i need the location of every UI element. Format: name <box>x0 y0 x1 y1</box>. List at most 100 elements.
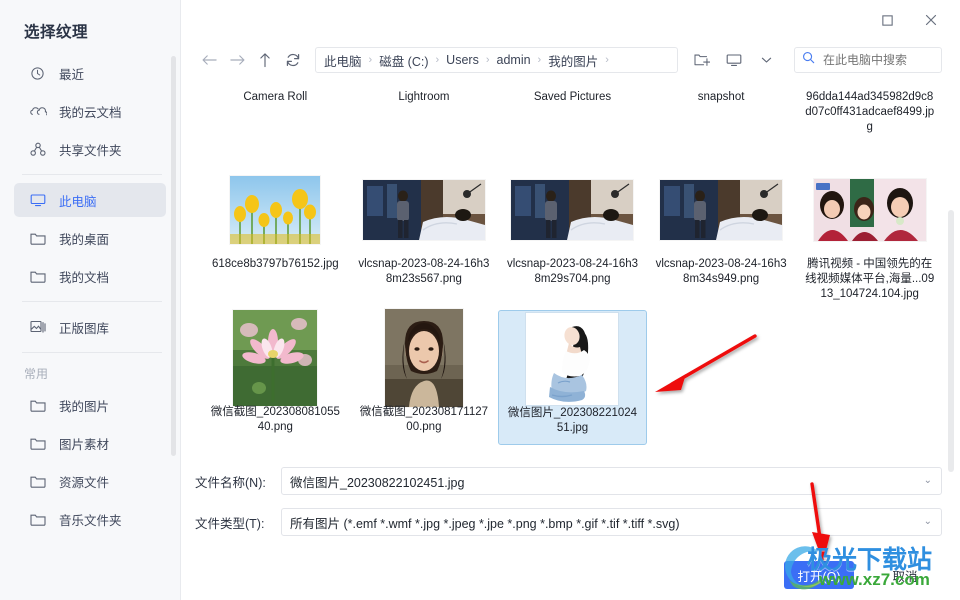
file-name: Camera Roll <box>243 91 308 103</box>
chevron-down-icon[interactable] <box>752 47 780 73</box>
filename-combobox[interactable]: 微信图片_20230822102451.jpg ⌄ <box>281 467 942 495</box>
sidebar-item-resource-files[interactable]: 资源文件 <box>14 464 166 498</box>
file-name: Saved Pictures <box>533 91 612 103</box>
window-titlebar <box>181 0 960 40</box>
search-icon <box>802 51 815 69</box>
filetype-label: 文件类型(T): <box>195 516 265 531</box>
close-button[interactable] <box>920 9 942 31</box>
file-item[interactable]: 618ce8b3797b76152.jpg <box>201 162 350 310</box>
file-item[interactable]: snapshot <box>647 84 796 162</box>
forward-arrow-icon[interactable] <box>223 47 251 73</box>
sidebar-nav: 最近 我的云文档 共享文件夹 此电脑 我的桌面 我的文档 正版图库 常用 我的图… <box>0 56 180 536</box>
thumbnail-wrapper <box>356 309 493 407</box>
file-item[interactable]: 微信截图_20230817112700.png <box>350 309 499 445</box>
sidebar-item-cloud-docs[interactable]: 我的云文档 <box>14 94 166 128</box>
thumbnail-wrapper <box>801 168 938 252</box>
sidebar-group-label: 常用 <box>24 367 49 381</box>
search-input[interactable] <box>821 52 934 68</box>
chevron-down-icon[interactable]: ⌄ <box>924 517 932 527</box>
refresh-icon[interactable] <box>279 47 307 73</box>
file-item[interactable]: 微信截图_20230808105540.png <box>201 310 350 445</box>
maximize-button[interactable] <box>876 9 898 31</box>
sidebar-item-label: 此电脑 <box>59 194 97 209</box>
breadcrumb-separator: › <box>605 54 609 66</box>
file-name: 腾讯视频 - 中国领先的在线视频媒体平台,海量...0913_104724.10… <box>805 258 935 300</box>
thumbnail-image <box>233 310 318 406</box>
dialog-footer: 打开(O) 取消 <box>181 550 960 600</box>
file-item[interactable]: Camera Roll <box>201 84 350 162</box>
sidebar-item-my-pictures[interactable]: 我的图片 <box>14 388 166 422</box>
folder-icon <box>30 473 50 489</box>
dialog-form: 文件名称(N): 微信图片_20230822102451.jpg ⌄ 文件类型(… <box>181 466 960 548</box>
filetype-row: 文件类型(T): 所有图片 (*.emf *.wmf *.jpg *.jpeg … <box>195 507 942 537</box>
folder-icon <box>30 435 50 451</box>
sidebar-item-stock-library[interactable]: 正版图库 <box>14 310 166 344</box>
sidebar-item-label: 共享文件夹 <box>59 143 122 158</box>
monitor-icon <box>30 192 50 208</box>
back-arrow-icon[interactable] <box>195 47 223 73</box>
file-item[interactable]: vlcsnap-2023-08-24-16h38m23s567.png <box>350 162 499 310</box>
view-mode-icon[interactable] <box>720 47 748 73</box>
file-grid-area[interactable]: Camera Roll Lightroom Saved Pictures sna… <box>181 80 960 476</box>
filename-row: 文件名称(N): 微信图片_20230822102451.jpg ⌄ <box>195 466 942 496</box>
search-box[interactable] <box>794 47 942 73</box>
sidebar-divider <box>22 301 162 302</box>
file-item[interactable]: 腾讯视频 - 中国领先的在线视频媒体平台,海量...0913_104724.10… <box>795 162 944 310</box>
file-item[interactable]: 96dda144ad345982d9c8d07c0ff431adcaef8499… <box>795 84 944 162</box>
thumbnail-wrapper <box>356 168 493 252</box>
cloud-icon <box>30 103 50 119</box>
thumbnail-image <box>660 180 783 240</box>
sidebar-item-label: 我的文档 <box>59 270 110 285</box>
file-name: vlcsnap-2023-08-24-16h38m34s949.png <box>655 258 787 285</box>
file-name: vlcsnap-2023-08-24-16h38m29s704.png <box>506 258 639 285</box>
breadcrumb-item[interactable]: admin <box>497 53 531 67</box>
folder-icon <box>30 511 50 527</box>
thumbnail-image <box>511 180 634 240</box>
thumbnail-image <box>362 180 485 240</box>
sidebar-item-label: 图片素材 <box>59 437 110 452</box>
file-item[interactable]: vlcsnap-2023-08-24-16h38m29s704.png <box>498 162 647 310</box>
sidebar-item-shared-folder[interactable]: 共享文件夹 <box>14 132 166 166</box>
file-name: 618ce8b3797b76152.jpg <box>211 258 339 270</box>
breadcrumb-item[interactable]: 磁盘 (C:) <box>379 51 428 70</box>
navigation-toolbar: 此电脑 › 磁盘 (C:) › Users › admin › 我的图片 › <box>181 40 960 80</box>
sidebar-item-label: 我的图片 <box>59 399 110 414</box>
thumbnail-image <box>813 179 926 241</box>
file-name: 微信截图_20230817112700.png <box>359 406 489 433</box>
breadcrumb-item[interactable]: 此电脑 <box>324 51 362 70</box>
filetype-combobox[interactable]: 所有图片 (*.emf *.wmf *.jpg *.jpeg *.jpe *.p… <box>281 508 942 536</box>
sidebar-item-label: 正版图库 <box>59 321 110 336</box>
share-icon <box>30 141 50 157</box>
folder-icon <box>30 230 50 246</box>
sidebar-item-music-folder[interactable]: 音乐文件夹 <box>14 502 166 536</box>
sidebar-scrollbar-thumb[interactable] <box>171 56 176 456</box>
breadcrumb-separator: › <box>368 54 373 66</box>
sidebar-divider <box>22 352 162 353</box>
toolbar-right-actions <box>688 47 942 73</box>
file-item-selected[interactable]: 微信图片_20230822102451.jpg <box>498 310 647 445</box>
sidebar-item-label: 音乐文件夹 <box>59 513 122 528</box>
file-name: vlcsnap-2023-08-24-16h38m23s567.png <box>358 258 490 285</box>
file-grid-scrollbar[interactable] <box>948 84 954 472</box>
sidebar-scrollbar[interactable] <box>171 56 176 536</box>
breadcrumb[interactable]: 此电脑 › 磁盘 (C:) › Users › admin › 我的图片 › <box>315 47 678 73</box>
thumbnail-image <box>230 176 321 244</box>
filetype-value: 所有图片 (*.emf *.wmf *.jpg *.jpeg *.jpe *.p… <box>290 516 680 531</box>
cancel-button[interactable]: 取消 <box>870 561 940 589</box>
file-item[interactable]: Lightroom <box>350 84 499 162</box>
thumbnail-wrapper <box>504 168 641 252</box>
sidebar-item-recent[interactable]: 最近 <box>14 56 166 90</box>
breadcrumb-item[interactable]: Users <box>446 53 479 67</box>
breadcrumb-item[interactable]: 我的图片 <box>548 51 598 70</box>
sidebar-item-desktop[interactable]: 我的桌面 <box>14 221 166 255</box>
open-button[interactable]: 打开(O) <box>784 561 854 589</box>
file-item[interactable]: vlcsnap-2023-08-24-16h38m34s949.png <box>647 162 796 310</box>
sidebar-item-picture-assets[interactable]: 图片素材 <box>14 426 166 460</box>
file-item[interactable]: Saved Pictures <box>498 84 647 162</box>
file-grid-scrollbar-thumb[interactable] <box>948 210 954 472</box>
new-folder-icon[interactable] <box>688 47 716 73</box>
up-arrow-icon[interactable] <box>251 47 279 73</box>
sidebar-item-documents[interactable]: 我的文档 <box>14 259 166 293</box>
sidebar-item-this-pc[interactable]: 此电脑 <box>14 183 166 217</box>
chevron-down-icon[interactable]: ⌄ <box>924 476 932 486</box>
